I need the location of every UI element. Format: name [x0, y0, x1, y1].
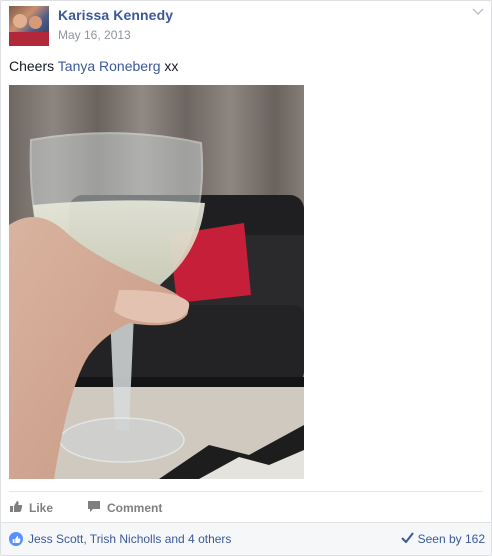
post-card: Karissa Kennedy May 16, 2013 Cheers Tany… — [0, 0, 492, 556]
like-badge-icon — [9, 532, 23, 546]
author-name[interactable]: Karissa Kennedy — [58, 7, 173, 23]
seen-text: Seen by 162 — [417, 532, 485, 546]
post-footer: Jess Scott, Trish Nicholls and 4 others … — [1, 522, 491, 555]
comment-label: Comment — [107, 501, 163, 515]
avatar[interactable] — [9, 6, 49, 46]
likes-text: Jess Scott, Trish Nicholls and 4 others — [28, 532, 232, 546]
post-photo[interactable] — [9, 85, 304, 479]
thumbs-up-icon — [9, 500, 23, 516]
like-label: Like — [29, 501, 54, 515]
comment-button[interactable]: Comment — [87, 500, 162, 516]
chevron-down-icon[interactable] — [471, 5, 485, 19]
caption-suffix: xx — [160, 58, 179, 74]
like-button[interactable]: Like — [9, 500, 53, 516]
seen-by[interactable]: Seen by 162 — [400, 532, 485, 546]
caption-text: Cheers — [9, 58, 58, 74]
comment-icon — [87, 500, 101, 516]
checkmark-icon — [400, 532, 414, 546]
post-date[interactable]: May 16, 2013 — [58, 28, 131, 42]
photo-illustration — [9, 85, 304, 479]
post-caption: Cheers Tanya Roneberg xx — [9, 58, 178, 74]
tagged-user-link[interactable]: Tanya Roneberg — [58, 58, 161, 74]
post-actions: Like Comment — [9, 491, 483, 524]
likes-summary[interactable]: Jess Scott, Trish Nicholls and 4 others — [9, 532, 231, 546]
